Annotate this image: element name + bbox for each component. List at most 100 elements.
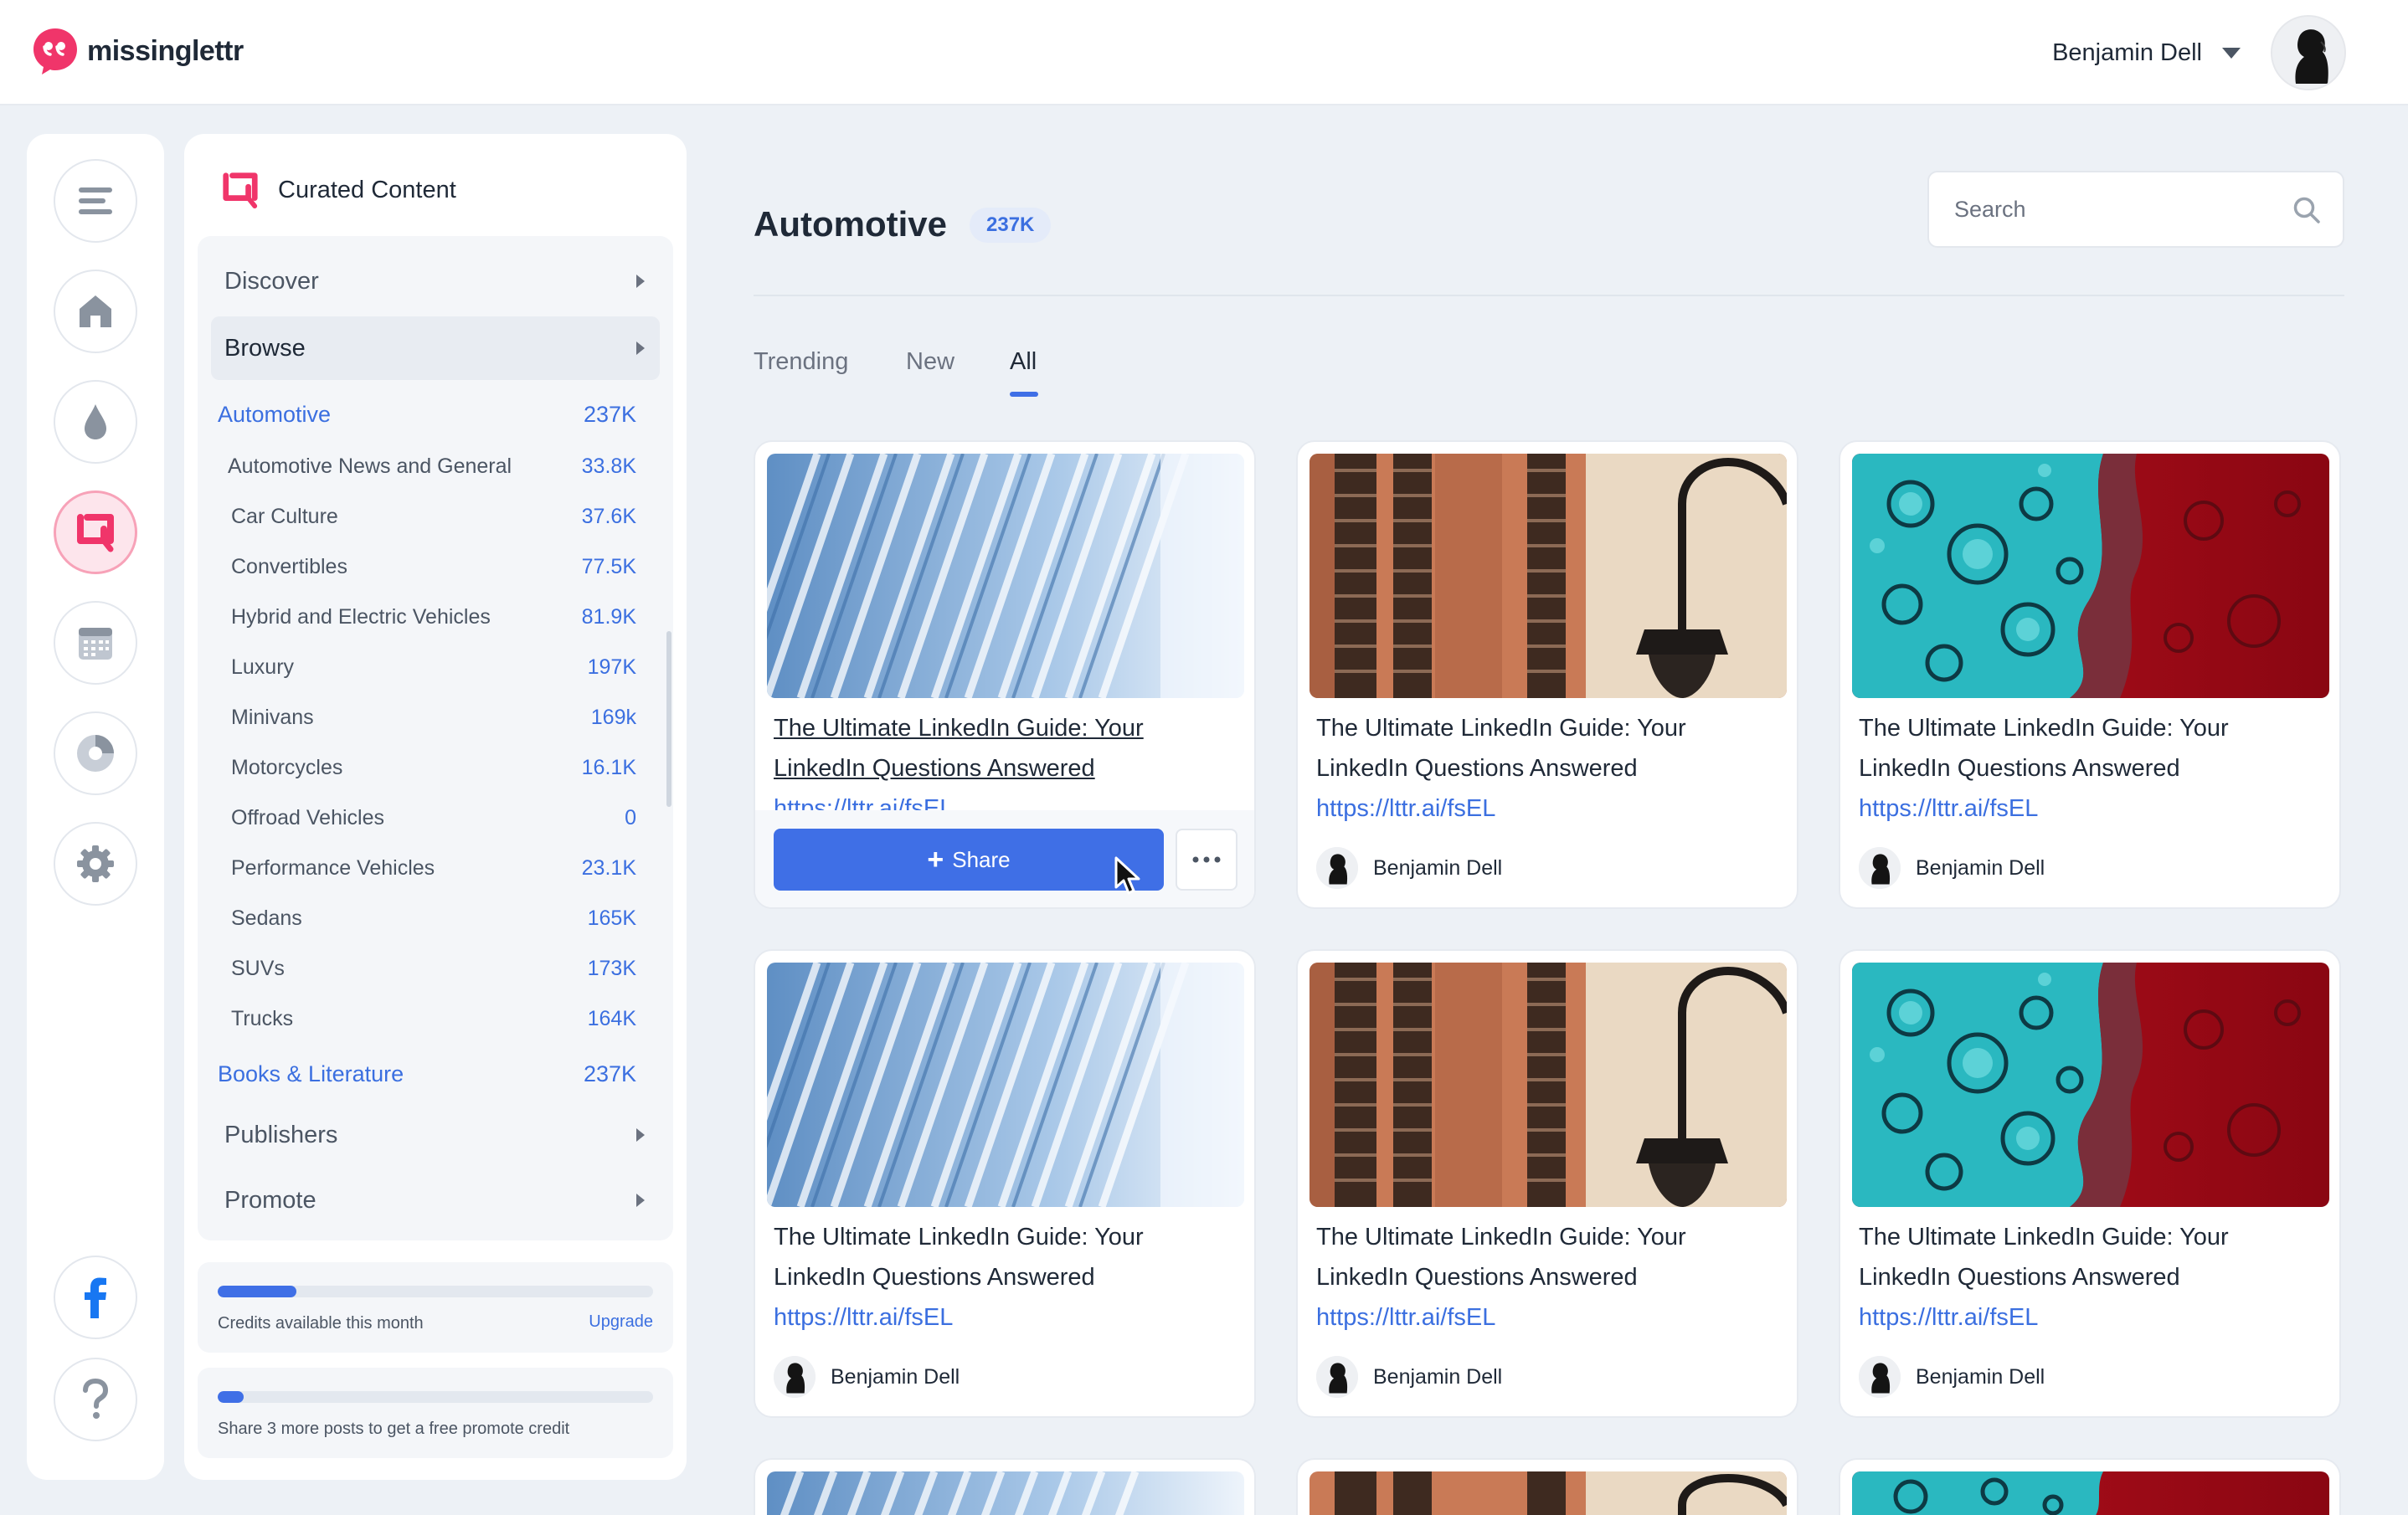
content-card[interactable]: The Ultimate LinkedIn Guide: Your Linked…: [1296, 949, 1798, 1418]
menu-item-publishers[interactable]: Publishers: [211, 1103, 660, 1167]
plus-icon: +: [927, 844, 944, 876]
card-title-line: LinkedIn Questions Answered: [774, 1264, 1095, 1291]
category-count: 237K: [583, 401, 636, 427]
rail-drop-button[interactable]: [54, 380, 137, 464]
card-title-line: LinkedIn Questions Answered: [1859, 1264, 2180, 1291]
user-menu[interactable]: Benjamin Dell: [2052, 15, 2346, 90]
menu-item-discover[interactable]: Discover: [211, 249, 660, 313]
card-thumbnail[interactable]: [1309, 963, 1787, 1207]
chevron-down-icon[interactable]: [2222, 47, 2241, 59]
chevron-right-icon: [636, 275, 645, 288]
card-title[interactable]: The Ultimate LinkedIn Guide: Your Linked…: [774, 1217, 1239, 1297]
card-title[interactable]: The Ultimate LinkedIn Guide: Your Linked…: [1316, 708, 1782, 788]
subcategory-item[interactable]: Trucks 164K: [231, 998, 636, 1040]
search-box: [1927, 171, 2344, 248]
avatar: [1316, 1356, 1358, 1398]
content-card[interactable]: [1839, 1458, 2341, 1515]
rail-settings-button[interactable]: [54, 822, 137, 906]
share-button[interactable]: + Share: [774, 829, 1164, 891]
card-title-line: LinkedIn Questions Answered: [1859, 755, 2180, 782]
rail-menu-button[interactable]: [54, 159, 137, 243]
user-avatar-icon: [774, 1356, 816, 1398]
tab-all[interactable]: All: [1010, 348, 1037, 376]
menu-item-browse[interactable]: Browse: [211, 316, 660, 380]
category-count: 164K: [587, 1006, 636, 1030]
search-icon[interactable]: [2292, 196, 2321, 224]
app-logo[interactable]: missinglettr: [32, 27, 244, 75]
tab-new[interactable]: New: [906, 348, 954, 376]
author-name: Benjamin Dell: [1916, 1364, 2045, 1389]
content-card[interactable]: The Ultimate LinkedIn Guide: Your Linked…: [1296, 440, 1798, 909]
card-thumbnail[interactable]: [1309, 1471, 1787, 1515]
card-link[interactable]: https://lttr.ai/fsEL: [1859, 1297, 2038, 1338]
credits-progress-fill: [218, 1286, 296, 1297]
content-card[interactable]: The Ultimate LinkedIn Guide: Your Linked…: [754, 440, 1256, 909]
category-scrollbar[interactable]: [666, 631, 671, 807]
card-link[interactable]: https://lttr.ai/fsEL: [774, 1297, 953, 1338]
card-title[interactable]: The Ultimate LinkedIn Guide: Your Linked…: [1859, 708, 2324, 788]
card-title[interactable]: The Ultimate LinkedIn Guide: Your Linked…: [774, 708, 1239, 788]
menu-item-promote[interactable]: Promote: [211, 1168, 660, 1232]
subcategory-item[interactable]: Motorcycles 16.1K: [231, 747, 636, 788]
facebook-icon: [85, 1277, 106, 1318]
ellipsis-icon: [1192, 856, 1221, 863]
more-options-button[interactable]: [1176, 829, 1237, 891]
content-card[interactable]: The Ultimate LinkedIn Guide: Your Linked…: [1839, 949, 2341, 1418]
card-title[interactable]: The Ultimate LinkedIn Guide: Your Linked…: [1859, 1217, 2324, 1297]
rail-home-button[interactable]: [54, 270, 137, 353]
architecture-image: [767, 454, 1244, 698]
card-thumbnail[interactable]: [767, 963, 1244, 1207]
author-name: Benjamin Dell: [1916, 855, 2045, 880]
card-title[interactable]: The Ultimate LinkedIn Guide: Your Linked…: [1316, 1217, 1782, 1297]
card-thumbnail[interactable]: [1852, 454, 2329, 698]
content-card[interactable]: The Ultimate LinkedIn Guide: Your Linked…: [754, 949, 1256, 1418]
search-input[interactable]: [1954, 193, 2272, 226]
card-thumbnail[interactable]: [767, 454, 1244, 698]
author-name: Benjamin Dell: [1373, 855, 1503, 880]
building-lamp-image: [1309, 454, 1787, 698]
menu-item-label: Browse: [224, 334, 306, 362]
content-card[interactable]: [1296, 1458, 1798, 1515]
rail-analytics-button[interactable]: [54, 711, 137, 795]
category-automotive[interactable]: Automotive 237K: [218, 393, 636, 435]
tab-trending[interactable]: Trending: [754, 348, 848, 376]
category-label: Trucks: [231, 1006, 294, 1030]
avatar[interactable]: [2271, 15, 2346, 90]
subcategory-item[interactable]: Hybrid and Electric Vehicles 81.9K: [231, 596, 636, 638]
rail-calendar-button[interactable]: [54, 601, 137, 685]
card-title-line: The Ultimate LinkedIn Guide: Your: [1859, 715, 2229, 742]
rail-facebook-button[interactable]: [54, 1256, 137, 1339]
card-thumbnail[interactable]: [1852, 963, 2329, 1207]
content-card[interactable]: The Ultimate LinkedIn Guide: Your Linked…: [1839, 440, 2341, 909]
panel-header: Curated Content: [219, 171, 456, 209]
content-card[interactable]: [754, 1458, 1256, 1515]
top-bar: missinglettr Benjamin Dell: [0, 0, 2408, 105]
page-title: Automotive: [754, 204, 947, 244]
card-thumbnail[interactable]: [767, 1471, 1244, 1515]
subcategory-item[interactable]: Minivans 169k: [231, 696, 636, 738]
subcategory-item[interactable]: Luxury 197K: [231, 646, 636, 688]
card-thumbnail[interactable]: [1309, 454, 1787, 698]
card-link[interactable]: https://lttr.ai/fsEL: [1316, 1297, 1495, 1338]
subcategory-item[interactable]: Sedans 165K: [231, 897, 636, 939]
user-avatar-icon: [2272, 17, 2344, 89]
card-author: Benjamin Dell: [1316, 1356, 1502, 1398]
subcategory-item[interactable]: Car Culture 37.6K: [231, 496, 636, 537]
card-thumbnail[interactable]: [1852, 1471, 2329, 1515]
upgrade-link[interactable]: Upgrade: [589, 1312, 653, 1332]
category-books-literature[interactable]: Books & Literature 237K: [218, 1053, 636, 1095]
card-link[interactable]: https://lttr.ai/fsEL: [1316, 788, 1495, 829]
rail-curated-button[interactable]: [54, 490, 137, 574]
avatar: [1859, 847, 1901, 889]
rail-help-button[interactable]: [54, 1358, 137, 1441]
card-link[interactable]: https://lttr.ai/fsEL: [1859, 788, 2038, 829]
category-count: 165K: [587, 906, 636, 930]
subcategory-item[interactable]: Offroad Vehicles 0: [231, 797, 636, 839]
fluid-art-image: [1852, 1471, 2329, 1515]
subcategory-item[interactable]: Performance Vehicles 23.1K: [231, 847, 636, 889]
subcategory-item[interactable]: Convertibles 77.5K: [231, 546, 636, 588]
category-label: Car Culture: [231, 504, 338, 528]
subcategory-item[interactable]: Automotive News and General 33.8K: [228, 445, 636, 487]
subcategory-item[interactable]: SUVs 173K: [231, 948, 636, 989]
author-name: Benjamin Dell: [831, 1364, 960, 1389]
